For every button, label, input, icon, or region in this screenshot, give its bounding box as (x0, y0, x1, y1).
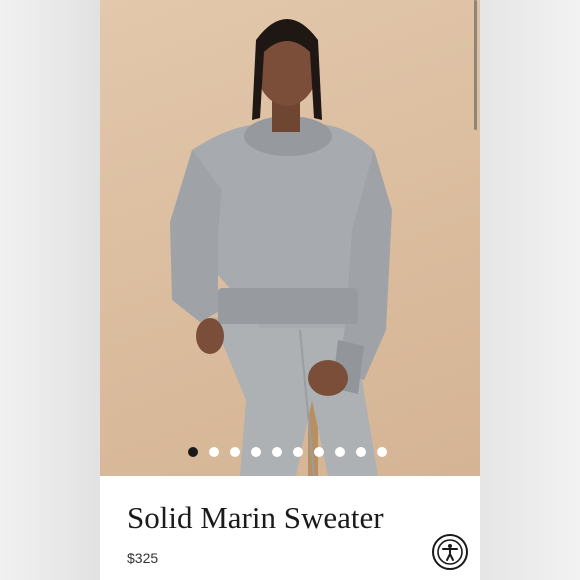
accessibility-button[interactable] (432, 534, 468, 570)
carousel-dot[interactable] (209, 447, 219, 457)
product-screen: Solid Marin Sweater $325 (100, 0, 480, 580)
product-image[interactable] (100, 0, 480, 476)
accessibility-icon (437, 539, 463, 565)
product-price: $325 (127, 550, 159, 566)
carousel-dot[interactable] (293, 447, 303, 457)
carousel-dot[interactable] (230, 447, 240, 457)
carousel-dots (188, 446, 387, 458)
carousel-dot[interactable] (272, 447, 282, 457)
carousel-dot[interactable] (188, 447, 198, 457)
carousel-dot[interactable] (251, 447, 261, 457)
product-title: Solid Marin Sweater (127, 500, 384, 535)
carousel-dot[interactable] (356, 447, 366, 457)
model-illustration (170, 19, 392, 476)
carousel-dot[interactable] (314, 447, 324, 457)
carousel-dot[interactable] (335, 447, 345, 457)
scroll-indicator[interactable] (474, 0, 477, 130)
carousel-dot[interactable] (377, 447, 387, 457)
